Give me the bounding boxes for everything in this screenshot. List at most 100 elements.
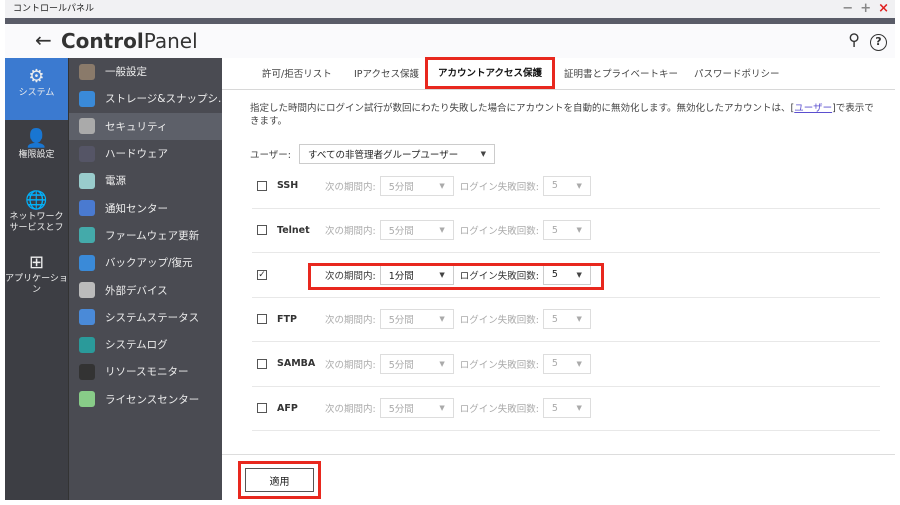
period-select[interactable]: 5分間 ▼ (379, 220, 454, 241)
rail-label: アプリケーション (5, 274, 68, 295)
period-select[interactable]: 5分間 ▼ (379, 353, 454, 374)
tab-account-access-protection[interactable]: アカウントアクセス保護 (425, 57, 556, 89)
period-label: 次の期間内: (325, 181, 376, 193)
menu-item-label: リソースモニター (105, 366, 189, 379)
menu-item-icon (79, 363, 95, 380)
protocol-name: AFP (277, 402, 298, 414)
chevron-down-icon: ▼ (439, 226, 445, 235)
period-select[interactable]: 5分間 ▼ (379, 175, 454, 196)
menu-item[interactable]: バックアップ/復元 (69, 249, 222, 276)
help-icon[interactable]: ? (870, 34, 887, 51)
tab-bar: 許可/拒否リスト IPアクセス保護 アカウントアクセス保護 証明書とプライベート… (222, 57, 895, 90)
chevron-down-icon: ▼ (576, 315, 582, 324)
category-rail: ⚙ システム 👤 権限設定 🌐 ネットワーク サービスとフ ⊞ アプリケーション (5, 58, 68, 500)
fail-count-label: ログイン失敗回数: (459, 359, 539, 371)
fail-count-select[interactable]: 5 ▼ (542, 353, 591, 374)
close-button[interactable]: × (878, 1, 889, 16)
fail-count-select[interactable]: 5 ▼ (542, 175, 591, 196)
category-icon: 🌐 (25, 190, 48, 211)
menu-item[interactable]: ライセンスセンター (69, 386, 222, 413)
menu-item-label: ファームウェア更新 (105, 229, 200, 242)
menu-item[interactable]: システムステータス (69, 304, 222, 331)
menu-item[interactable]: ストレージ&スナップシ... (69, 85, 222, 112)
minimize-button[interactable]: − (842, 1, 853, 16)
protocol-row: SAMBA 次の期間内: 5分間 ▼ ログイン失敗回数: 5 ▼ (252, 342, 880, 387)
menu-item-label: 通知センター (105, 202, 168, 215)
menu-item-icon (79, 200, 95, 217)
menu-item-icon (79, 336, 95, 353)
menu-item-label: バックアップ/復元 (105, 257, 193, 270)
fail-count-select[interactable]: 5 ▼ (542, 309, 591, 330)
content-panel: 許可/拒否リスト IPアクセス保護 アカウントアクセス保護 証明書とプライベート… (222, 57, 895, 500)
menu-item[interactable]: リソースモニター (69, 358, 222, 385)
users-link[interactable]: ユーザー (794, 103, 832, 114)
menu-item-label: 外部デバイス (105, 284, 168, 297)
protocol-row: AFP 次の期間内: 5分間 ▼ ログイン失敗回数: 5 ▼ (252, 387, 880, 431)
back-arrow-icon[interactable]: ← (35, 28, 52, 52)
tab-certificate[interactable]: 証明書とプライベートキー (564, 58, 678, 90)
period-label: 次の期間内: (325, 226, 376, 238)
menu-item[interactable]: 外部デバイス (69, 276, 222, 303)
fail-count-label: ログイン失敗回数: (459, 404, 539, 416)
fail-count-select[interactable]: 5 ▼ (542, 220, 591, 241)
chevron-down-icon: ▼ (576, 226, 582, 235)
chevron-down-icon: ▼ (439, 315, 445, 324)
menu-item-icon (79, 63, 95, 80)
protocol-name: SSH (277, 180, 299, 192)
maximize-button[interactable]: + (860, 1, 871, 16)
description: 指定した時間内にログイン試行が数回にわたり失敗した場合にアカウントを自動的に無効… (250, 103, 874, 127)
menu-item[interactable]: ファームウェア更新 (69, 222, 222, 249)
user-filter-select[interactable]: すべての非管理者グループユーザー ▼ (299, 144, 496, 164)
protocol-name: FTP (277, 313, 297, 325)
checkbox[interactable] (257, 403, 267, 414)
menu-item-icon (79, 90, 95, 107)
menu-item-label: システムログ (105, 339, 168, 352)
rail-item[interactable]: 👤 権限設定 (5, 120, 68, 182)
rail-item[interactable]: ⚙ システム (5, 58, 68, 120)
menu-item[interactable]: 一般設定 (69, 58, 222, 85)
protocol-name: SAMBA (277, 358, 316, 370)
checkbox[interactable] (257, 225, 267, 236)
menu-item[interactable]: 通知センター (69, 194, 222, 221)
checkbox[interactable]: ✓ (257, 269, 267, 280)
menu-item-label: 電源 (105, 175, 126, 188)
period-label: 次の期間内: (325, 359, 376, 371)
rail-label: システム (18, 88, 55, 98)
protocol-row: ✓ 次の期間内: 1分間 ▼ ログイン失敗回数: 5 ▼ (252, 253, 880, 298)
checkbox[interactable] (257, 180, 267, 191)
tab-ip-access-protection[interactable]: IPアクセス保護 (354, 58, 419, 90)
menu-item-icon (79, 227, 95, 244)
fail-count-label: ログイン失敗回数: (459, 315, 539, 327)
protocol-row: FTP 次の期間内: 5分間 ▼ ログイン失敗回数: 5 ▼ (252, 298, 880, 342)
menu-item[interactable]: ハードウェア (69, 140, 222, 167)
chevron-down-icon: ▼ (576, 359, 582, 368)
tab-allow-deny-list[interactable]: 許可/拒否リスト (262, 58, 332, 90)
menu-item[interactable]: システムログ (69, 331, 222, 358)
chevron-down-icon: ▼ (480, 150, 487, 158)
period-select[interactable]: 5分間 ▼ (379, 309, 454, 330)
category-icon: ⚙ (28, 66, 45, 87)
checkbox[interactable] (257, 314, 267, 325)
menu-item-icon (79, 309, 95, 326)
menu-item-icon (79, 145, 95, 162)
user-filter-label: ユーザー: (250, 150, 292, 161)
menu-item-label: 一般設定 (105, 66, 147, 79)
category-icon: 👤 (25, 128, 48, 149)
window-titlebar: コントロールパネル − + × (5, 0, 895, 18)
rail-item[interactable]: 🌐 ネットワーク サービスとフ (5, 182, 68, 244)
search-icon[interactable]: ⚲ (848, 30, 860, 49)
fail-count-select[interactable]: 5 ▼ (542, 398, 591, 419)
menu-item-icon (79, 118, 95, 135)
menu-item[interactable]: セキュリティ (69, 112, 222, 140)
period-select[interactable]: 5分間 ▼ (379, 398, 454, 419)
apply-button[interactable]: 適用 (245, 468, 314, 492)
system-menu: 一般設定ストレージ&スナップシ... セキュリティ ハードウェア電源通知センターファ… (68, 58, 222, 500)
tab-password-policy[interactable]: パスワードポリシー (694, 58, 780, 90)
chevron-down-icon: ▼ (576, 181, 582, 190)
menu-item[interactable]: 電源 (69, 167, 222, 194)
menu-item-icon (79, 282, 95, 299)
rail-item[interactable]: ⊞ アプリケーション (5, 244, 68, 306)
protocol-row: Telnet 次の期間内: 5分間 ▼ ログイン失敗回数: 5 ▼ (252, 209, 880, 253)
chevron-down-icon: ▼ (439, 404, 445, 413)
checkbox[interactable] (257, 358, 267, 369)
